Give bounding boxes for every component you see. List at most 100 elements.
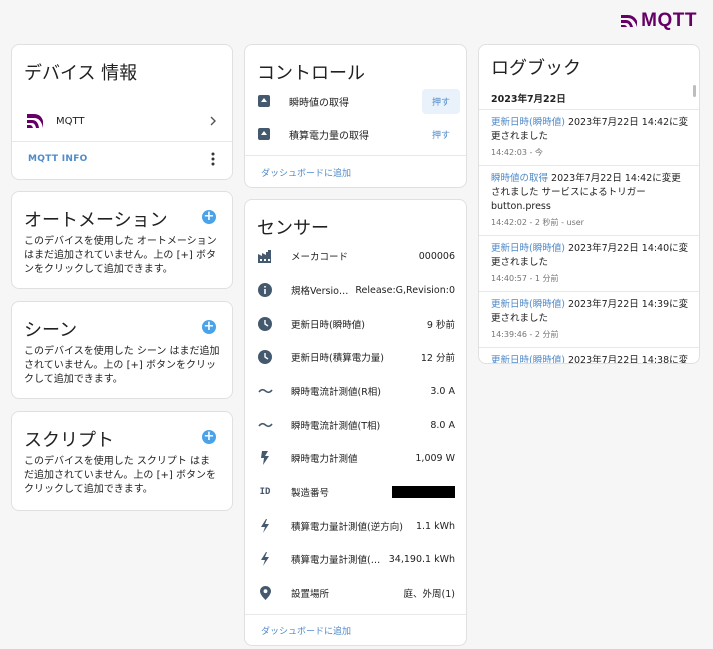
control-label: 積算電力量の取得: [289, 130, 369, 142]
sensor-value: 9 秒前: [426, 320, 455, 331]
divider: [479, 165, 699, 166]
logbook-card: ログブック 2023年7月22日 更新日時(瞬時値) 2023年7月22日 14…: [478, 44, 700, 364]
sensor-row[interactable]: 瞬時電流計測値(R相) 3.0 A: [257, 379, 455, 403]
sensor-label: 製造番号: [291, 488, 330, 499]
add-to-dashboard-button[interactable]: ダッシュボードに追加: [261, 624, 351, 637]
add-scene-icon[interactable]: +: [202, 320, 216, 334]
sensor-label: 規格Version情...: [291, 286, 351, 297]
logbook-entry: 更新日時(瞬時値) 2023年7月22日 14:42に変更されました 14:42…: [491, 116, 689, 160]
entry-time: 14:40:57 - 1 分前: [491, 274, 559, 283]
mqtt-info-button[interactable]: MQTT INFO: [28, 154, 88, 164]
factory-icon: [257, 248, 273, 264]
sensor-title: センサー: [257, 218, 329, 239]
mqtt-icon: [27, 114, 43, 128]
entity-link[interactable]: 更新日時(瞬時値): [491, 299, 565, 310]
clock-icon: [257, 349, 273, 365]
control-row: 積算電力量の取得 押す: [257, 122, 460, 146]
sensor-row[interactable]: 瞬時電流計測値(T相) 8.0 A: [257, 413, 455, 437]
entity-link[interactable]: 瞬時値の取得: [491, 173, 548, 184]
id-icon: ID: [257, 484, 273, 500]
logbook-date: 2023年7月22日: [491, 94, 566, 105]
current-ac-icon: [257, 383, 273, 399]
sensor-value: Release:G,Revision:0: [355, 284, 455, 296]
script-description: このデバイスを使用した スクリプト はまだ追加されていません。上の [+] ボタ…: [24, 456, 216, 495]
sensor-value: 8.0 A: [430, 419, 455, 431]
sensor-value: 1,009 W: [415, 452, 455, 464]
sensor-row[interactable]: ID 製造番号: [257, 480, 455, 504]
logbook-entry: 更新日時(瞬時値) 2023年7月22日 14:40に変更されました 14:40…: [491, 242, 689, 286]
sensor-row[interactable]: 積算電力量計測値(正... 34,190.1 kWh: [257, 547, 455, 571]
more-vert-icon[interactable]: [210, 152, 216, 166]
entry-time: 14:39:46 - 2 分前: [491, 330, 559, 339]
sensor-label: 更新日時(瞬時値): [291, 320, 365, 331]
sensor-value: 1.1 kWh: [415, 520, 455, 532]
mqtt-logo-text: MQTT: [641, 10, 697, 31]
sensor-label: 積算電力量計測値(逆方向): [291, 522, 403, 533]
automation-card: オートメーション + このデバイスを使用した オートメーション はまだ追加されて…: [11, 191, 233, 289]
sensor-label: メーカコード: [291, 252, 349, 263]
sensor-row[interactable]: 更新日時(瞬時値) 9 秒前: [257, 312, 455, 336]
sensor-value: 000006: [418, 250, 455, 262]
entity-link[interactable]: 更新日時(瞬時値): [491, 117, 565, 128]
automation-description: このデバイスを使用した オートメーション はまだ追加されていません。上の [+]…: [24, 236, 217, 275]
info-icon: [257, 282, 273, 298]
id-glyph: ID: [259, 487, 271, 497]
add-script-icon[interactable]: +: [202, 430, 216, 444]
sensor-label: 瞬時電流計測値(T相): [291, 421, 381, 432]
divider: [245, 155, 466, 156]
add-automation-icon[interactable]: +: [202, 210, 216, 224]
sensor-label: 積算電力量計測値(正...: [291, 555, 385, 566]
sensor-label: 設置場所: [291, 589, 330, 600]
sensor-value: 3.0 A: [430, 385, 455, 397]
entry-time: 14:42:02 - 2 秒前 - user: [491, 218, 584, 227]
logbook-entry: 瞬時値の取得 2023年7月22日 14:42に変更されました サービスによるト…: [491, 172, 689, 230]
logbook-entry: 更新日時(瞬時値) 2023年7月22日 14:38に変更されました: [491, 354, 689, 363]
map-marker-icon: [257, 585, 273, 601]
flash-icon: [257, 450, 273, 466]
sensor-row[interactable]: 設置場所 庭、外周(1): [257, 581, 455, 605]
sensor-row[interactable]: メーカコード 000006: [257, 244, 455, 268]
control-card: コントロール 瞬時値の取得 押す 積算電力量の取得 押す ダッシュボードに追加: [244, 44, 467, 188]
device-info-card: デバイス 情報 MQTT MQTT INFO: [11, 44, 233, 180]
redacted-value: [392, 486, 455, 498]
sensor-label: 瞬時電力計測値: [291, 454, 358, 465]
logbook-entry: 更新日時(瞬時値) 2023年7月22日 14:39に変更されました 14:39…: [491, 298, 689, 342]
sensor-label: 瞬時電流計測値(R相): [291, 387, 382, 398]
sensor-row[interactable]: 更新日時(積算電力量) 12 分前: [257, 345, 455, 369]
chevron-right-icon: [210, 116, 216, 126]
integration-label: MQTT: [56, 115, 85, 127]
sensor-label: 更新日時(積算電力量): [291, 353, 384, 364]
divider: [245, 614, 466, 615]
sensor-value: 34,190.1 kWh: [388, 553, 455, 565]
press-button[interactable]: 押す: [421, 88, 460, 114]
scrollbar[interactable]: [693, 85, 696, 97]
integration-row[interactable]: MQTT: [26, 109, 218, 133]
sensor-row[interactable]: 瞬時電力計測値 1,009 W: [257, 446, 455, 470]
sensor-value: 12 分前: [420, 353, 455, 364]
script-title: スクリプト: [24, 430, 114, 451]
mqtt-logo-icon: [621, 15, 638, 27]
logbook-title: ログブック: [491, 58, 581, 79]
device-info-title: デバイス 情報: [24, 63, 138, 84]
sensor-row[interactable]: 積算電力量計測値(逆方向) 1.1 kWh: [257, 514, 455, 538]
sensor-value: 庭、外周(1): [403, 589, 455, 600]
gesture-tap-button-icon: [258, 128, 270, 140]
scene-description: このデバイスを使用した シーン はまだ追加されていません。上の [+] ボタンを…: [24, 346, 220, 385]
divider: [479, 109, 699, 110]
mqtt-logo: MQTT: [620, 10, 697, 32]
script-card: スクリプト + このデバイスを使用した スクリプト はまだ追加されていません。上…: [11, 411, 233, 511]
divider: [12, 141, 232, 142]
lightning-icon: [257, 551, 273, 567]
entity-link[interactable]: 更新日時(瞬時値): [491, 243, 565, 254]
divider: [479, 235, 699, 236]
add-to-dashboard-button[interactable]: ダッシュボードに追加: [261, 166, 351, 179]
scene-card: シーン + このデバイスを使用した シーン はまだ追加されていません。上の [+…: [11, 301, 233, 399]
sensor-row[interactable]: 規格Version情... Release:G,Revision:0: [257, 278, 455, 302]
gesture-tap-button-icon: [258, 95, 270, 107]
lightning-icon: [257, 518, 273, 534]
divider: [479, 291, 699, 292]
entity-link[interactable]: 更新日時(瞬時値): [491, 355, 565, 363]
divider: [479, 347, 699, 348]
scene-title: シーン: [24, 320, 78, 341]
press-button[interactable]: 押す: [422, 122, 460, 147]
